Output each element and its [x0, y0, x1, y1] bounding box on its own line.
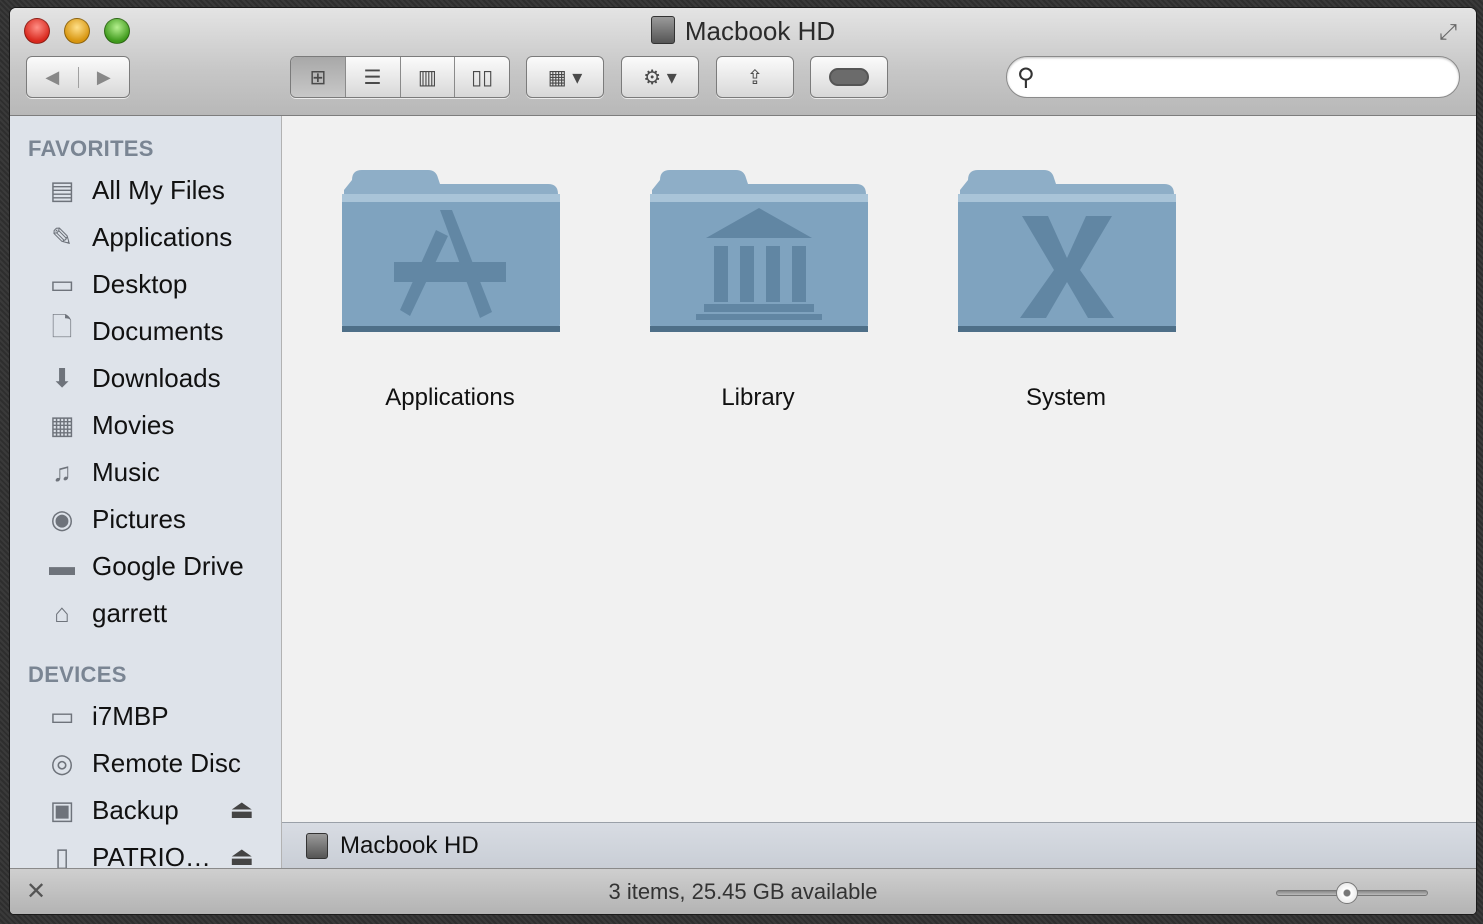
- sidebar-item-applications[interactable]: ✎ Applications: [10, 215, 282, 259]
- sidebar-item-google-drive[interactable]: ▬ Google Drive: [10, 544, 282, 588]
- disc-icon: ◎: [50, 747, 74, 778]
- toolbar: Macbook HD ⤢ ◀ ▶ ⊞ ☰ ▥ ▯▯ ▦ ▾ ⚙ ▾ ⇪ ⚲: [10, 8, 1476, 116]
- desktop-icon: ▭: [49, 268, 75, 299]
- pictures-icon: ◉: [50, 503, 74, 534]
- sidebar-item-label: All My Files: [92, 174, 225, 205]
- icon-view-button[interactable]: ⊞: [291, 57, 345, 97]
- column-view-button[interactable]: ▥: [399, 57, 455, 97]
- folder-system[interactable]: System: [946, 166, 1186, 416]
- sidebar-item-label: garrett: [92, 597, 168, 628]
- sidebar-item-remote-disc[interactable]: ◎ Remote Disc: [10, 741, 282, 785]
- sidebar-item-documents[interactable]: 🗋 Documents: [10, 309, 282, 353]
- search-input[interactable]: [1051, 63, 1441, 91]
- hard-drive-icon: [650, 16, 675, 44]
- sidebar-item-label: Desktop: [92, 268, 188, 299]
- tag-pill-icon: [829, 68, 869, 86]
- sidebar-item-label: Applications: [92, 221, 233, 252]
- folder-library[interactable]: Library: [638, 166, 878, 416]
- sidebar-item-desktop[interactable]: ▭ Desktop: [10, 262, 282, 306]
- finder-window: Macbook HD ⤢ ◀ ▶ ⊞ ☰ ▥ ▯▯ ▦ ▾ ⚙ ▾ ⇪ ⚲ FA…: [10, 8, 1476, 914]
- back-forward-group: ◀ ▶: [26, 56, 130, 98]
- sidebar-item-label: Pictures: [92, 503, 186, 534]
- cover-flow-button[interactable]: ▯▯: [454, 57, 509, 97]
- library-folder-icon: [650, 170, 868, 332]
- search-icon: ⚲: [1017, 64, 1035, 91]
- sidebar-item-label: Remote Disc: [92, 747, 241, 778]
- hard-drive-icon: [306, 832, 328, 859]
- forward-button[interactable]: ▶: [77, 66, 130, 88]
- folder-label: Library: [721, 384, 795, 411]
- downloads-icon: ⬇: [51, 362, 73, 393]
- favorites-heading: FAVORITES: [28, 136, 154, 161]
- folder-label: System: [1025, 384, 1106, 411]
- share-button[interactable]: ⇪: [716, 56, 794, 98]
- sidebar-item-backup[interactable]: ▣ Backup ⏏: [10, 788, 282, 832]
- back-button[interactable]: ◀: [27, 67, 78, 88]
- laptop-icon: ▭: [49, 700, 75, 731]
- action-gear-button[interactable]: ⚙ ▾: [621, 56, 699, 98]
- folder-icon: ▬: [49, 550, 75, 581]
- folder-label: Applications: [385, 384, 515, 411]
- sidebar-item-label: Backup: [92, 794, 179, 825]
- sidebar-item-label: Google Drive: [92, 550, 244, 581]
- slider-knob[interactable]: [1335, 882, 1358, 904]
- devices-heading: DEVICES: [28, 662, 127, 687]
- status-bar: ✕ 3 items, 25.45 GB available: [10, 868, 1476, 914]
- sidebar-item-label: Music: [92, 456, 160, 487]
- sidebar-item-i7mbp[interactable]: ▭ i7MBP: [10, 694, 282, 738]
- backup-drive-icon: ▣: [49, 794, 75, 825]
- window-title: Macbook HD: [10, 16, 1476, 47]
- sidebar-item-label: i7MBP: [92, 700, 169, 731]
- sidebar-item-label: Movies: [92, 409, 175, 440]
- all-files-icon: ▤: [49, 174, 75, 205]
- system-folder-icon: [958, 170, 1176, 332]
- movies-icon: ▦: [49, 409, 75, 440]
- sidebar-item-music[interactable]: ♫ Music: [10, 450, 282, 494]
- folder-applications[interactable]: Applications: [330, 166, 570, 416]
- eject-icon[interactable]: ⏏: [229, 794, 254, 825]
- sidebar-item-label: Documents: [92, 315, 224, 346]
- status-text: 3 items, 25.45 GB available: [608, 879, 878, 904]
- list-view-button[interactable]: ☰: [344, 57, 400, 97]
- view-mode-group: ⊞ ☰ ▥ ▯▯: [290, 56, 510, 98]
- arrange-button[interactable]: ▦ ▾: [526, 56, 604, 98]
- home-icon: ⌂: [54, 597, 70, 628]
- sidebar-item-label: Downloads: [92, 362, 221, 393]
- applications-icon: ✎: [51, 221, 73, 252]
- sidebar-item-movies[interactable]: ▦ Movies: [10, 403, 282, 447]
- fullscreen-icon[interactable]: ⤢: [1434, 18, 1462, 46]
- music-icon: ♫: [52, 456, 72, 487]
- path-bar: Macbook HD: [282, 822, 1476, 868]
- search-field[interactable]: ⚲: [1006, 56, 1460, 98]
- documents-icon: 🗋: [51, 312, 73, 342]
- path-bar-item[interactable]: Macbook HD: [340, 832, 479, 860]
- file-browser-content: Applications Library System: [282, 116, 1476, 822]
- tags-button[interactable]: [810, 56, 888, 98]
- window-title-label: Macbook HD: [684, 16, 836, 46]
- sidebar-item-all-my-files[interactable]: ▤ All My Files: [10, 168, 282, 212]
- sidebar: FAVORITES ▤ All My Files ✎ Applications …: [10, 116, 282, 872]
- sidebar-item-garrett[interactable]: ⌂ garrett: [10, 591, 282, 635]
- applications-folder-icon: [342, 170, 560, 332]
- sidebar-item-pictures[interactable]: ◉ Pictures: [10, 497, 282, 541]
- icon-size-slider[interactable]: [1276, 882, 1428, 904]
- sidebar-item-downloads[interactable]: ⬇ Downloads: [10, 356, 282, 400]
